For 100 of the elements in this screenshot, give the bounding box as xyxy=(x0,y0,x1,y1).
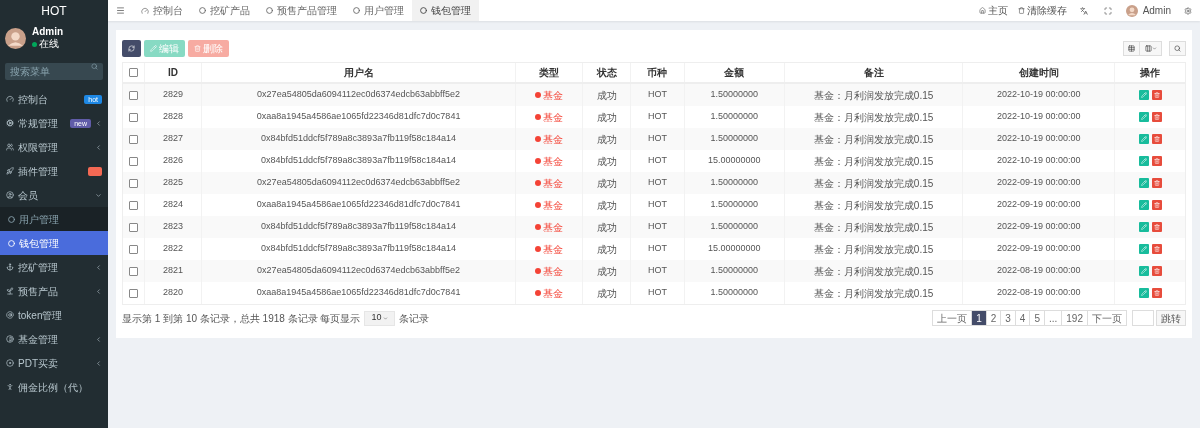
settings-icon[interactable] xyxy=(1184,6,1192,15)
delete-button[interactable] xyxy=(1151,200,1162,210)
delete-button[interactable] xyxy=(1151,90,1162,100)
edit-button[interactable] xyxy=(1138,288,1149,298)
edit-button[interactable] xyxy=(1138,178,1149,188)
menu-item[interactable]: token管理 xyxy=(0,303,108,327)
disc-icon xyxy=(6,359,14,367)
page-button[interactable]: 上一页 xyxy=(932,310,973,326)
menu-item[interactable]: 插件管理 xyxy=(0,159,108,183)
edit-button[interactable] xyxy=(1138,222,1149,232)
delete-button[interactable] xyxy=(1151,222,1162,232)
table-cell: 0xaa8a1945a4586ae1065fd22346d81dfc7d0c7841 xyxy=(256,198,461,212)
table-cell: HOT xyxy=(648,242,667,256)
table-cell-text: 成功 xyxy=(596,88,617,103)
delete-button[interactable] xyxy=(1151,134,1162,144)
submenu-item[interactable]: 钱包管理 xyxy=(0,231,108,255)
edit-button[interactable] xyxy=(1138,200,1149,210)
page-size-dropdown[interactable]: 10 xyxy=(364,310,396,326)
pencil-icon xyxy=(1140,246,1147,252)
page-button[interactable]: 下一页 xyxy=(1087,310,1127,326)
refresh-button[interactable] xyxy=(122,40,141,57)
nav-tab[interactable]: 用户管理 xyxy=(345,0,412,21)
page-button[interactable]: 5 xyxy=(1029,310,1045,326)
checkbox[interactable] xyxy=(128,244,138,254)
edit-button[interactable] xyxy=(1138,134,1149,144)
menu-icon[interactable] xyxy=(116,6,125,15)
table-cell: 2022-08-19 00:00:00 xyxy=(996,264,1081,278)
checkbox[interactable] xyxy=(128,112,138,122)
fullscreen-icon[interactable] xyxy=(1103,6,1112,15)
page-button[interactable]: 192 xyxy=(1061,310,1088,326)
checkbox[interactable] xyxy=(128,90,138,100)
nav-tab[interactable]: 控制台 xyxy=(133,0,191,21)
menu-item[interactable]: 佣金比例（代） xyxy=(0,375,108,399)
delete-button[interactable] xyxy=(1151,266,1162,276)
edit-button[interactable] xyxy=(1138,112,1149,122)
nav-tab[interactable]: 钱包管理 xyxy=(412,0,479,21)
person-icon xyxy=(6,383,14,391)
checkbox[interactable] xyxy=(128,68,138,77)
edit-button[interactable] xyxy=(1138,90,1149,100)
jump-input[interactable] xyxy=(1132,310,1154,326)
table-cell: HOT xyxy=(648,88,667,102)
delete-button[interactable] xyxy=(1151,288,1162,298)
top-link[interactable]: 清除缓存 xyxy=(1012,3,1072,18)
top-link[interactable]: 主页 xyxy=(973,3,1013,18)
delete-button[interactable] xyxy=(1151,156,1162,166)
delete-button[interactable] xyxy=(1151,112,1162,122)
page-button[interactable]: 3 xyxy=(1000,310,1016,326)
checkbox[interactable] xyxy=(128,200,138,210)
checkbox[interactable] xyxy=(128,288,138,298)
delete-button[interactable] xyxy=(1151,244,1162,254)
checkbox[interactable] xyxy=(128,266,138,276)
columns-button[interactable] xyxy=(1140,41,1162,56)
table-cell-text: 基金：月利润发放完成0.15 xyxy=(813,110,934,125)
edit-button[interactable] xyxy=(1138,244,1149,254)
menu-item[interactable]: 会员 xyxy=(0,183,108,207)
circle-icon xyxy=(353,7,360,14)
page-button[interactable]: 1 xyxy=(971,310,987,326)
checkbox[interactable] xyxy=(128,178,138,188)
jump-button[interactable]: 跳转 xyxy=(1156,310,1186,326)
table-cell-text: 基金 xyxy=(543,176,564,191)
table-cell-text: 基金：月利润发放完成0.15 xyxy=(813,264,934,279)
edit-button[interactable] xyxy=(1138,156,1149,166)
table-cell-text: 成功 xyxy=(596,220,617,235)
search-button[interactable] xyxy=(1169,41,1186,56)
pencil-icon xyxy=(1140,114,1147,120)
chevron-left-icon xyxy=(95,335,102,343)
nav-tab[interactable]: 预售产品管理 xyxy=(258,0,345,21)
table-cell-text: 成功 xyxy=(596,286,617,301)
trash-icon xyxy=(1153,92,1160,98)
nav-tab[interactable]: 挖矿产品 xyxy=(191,0,258,21)
edit-button[interactable] xyxy=(1138,266,1149,276)
menu-item[interactable]: 基金管理 xyxy=(0,327,108,351)
chevron-left-icon xyxy=(95,359,102,367)
search-field[interactable]: 搜索菜单 xyxy=(5,63,103,80)
menu-item[interactable]: 权限管理 xyxy=(0,135,108,159)
user-name[interactable]: Admin xyxy=(1137,3,1176,18)
toggle-view-button[interactable] xyxy=(1123,41,1140,56)
translate-icon[interactable] xyxy=(1079,6,1088,15)
table-cell-text: 基金：月利润发放完成0.15 xyxy=(813,198,934,213)
sprout-icon xyxy=(6,287,14,295)
menu-item[interactable]: 挖矿管理 xyxy=(0,255,108,279)
submenu-item[interactable]: 用户管理 xyxy=(0,207,108,231)
delete-button[interactable] xyxy=(1151,178,1162,188)
pencil-icon xyxy=(1140,180,1147,186)
table-cell-text: 基金：月利润发放完成0.15 xyxy=(813,176,934,191)
menu-item[interactable]: 预售产品 xyxy=(0,279,108,303)
search-icon[interactable] xyxy=(91,63,98,70)
checkbox[interactable] xyxy=(128,156,138,166)
checkbox[interactable] xyxy=(128,134,138,144)
menu-item[interactable]: PDT买卖 xyxy=(0,351,108,375)
checkbox[interactable] xyxy=(128,222,138,232)
table-cell: 0xaa8a1945a4586ae1065fd22346d81dfc7d0c7841 xyxy=(256,286,461,300)
dashboard-icon xyxy=(141,6,149,15)
table-cell: 2827 xyxy=(162,132,183,146)
table-cell-text: 成功 xyxy=(596,242,617,257)
table-cell: 2820 xyxy=(162,286,183,300)
circle-icon xyxy=(266,7,273,14)
circle-icon xyxy=(8,215,15,223)
circle-icon xyxy=(420,7,427,14)
table-cell: 1.50000000 xyxy=(710,264,759,278)
